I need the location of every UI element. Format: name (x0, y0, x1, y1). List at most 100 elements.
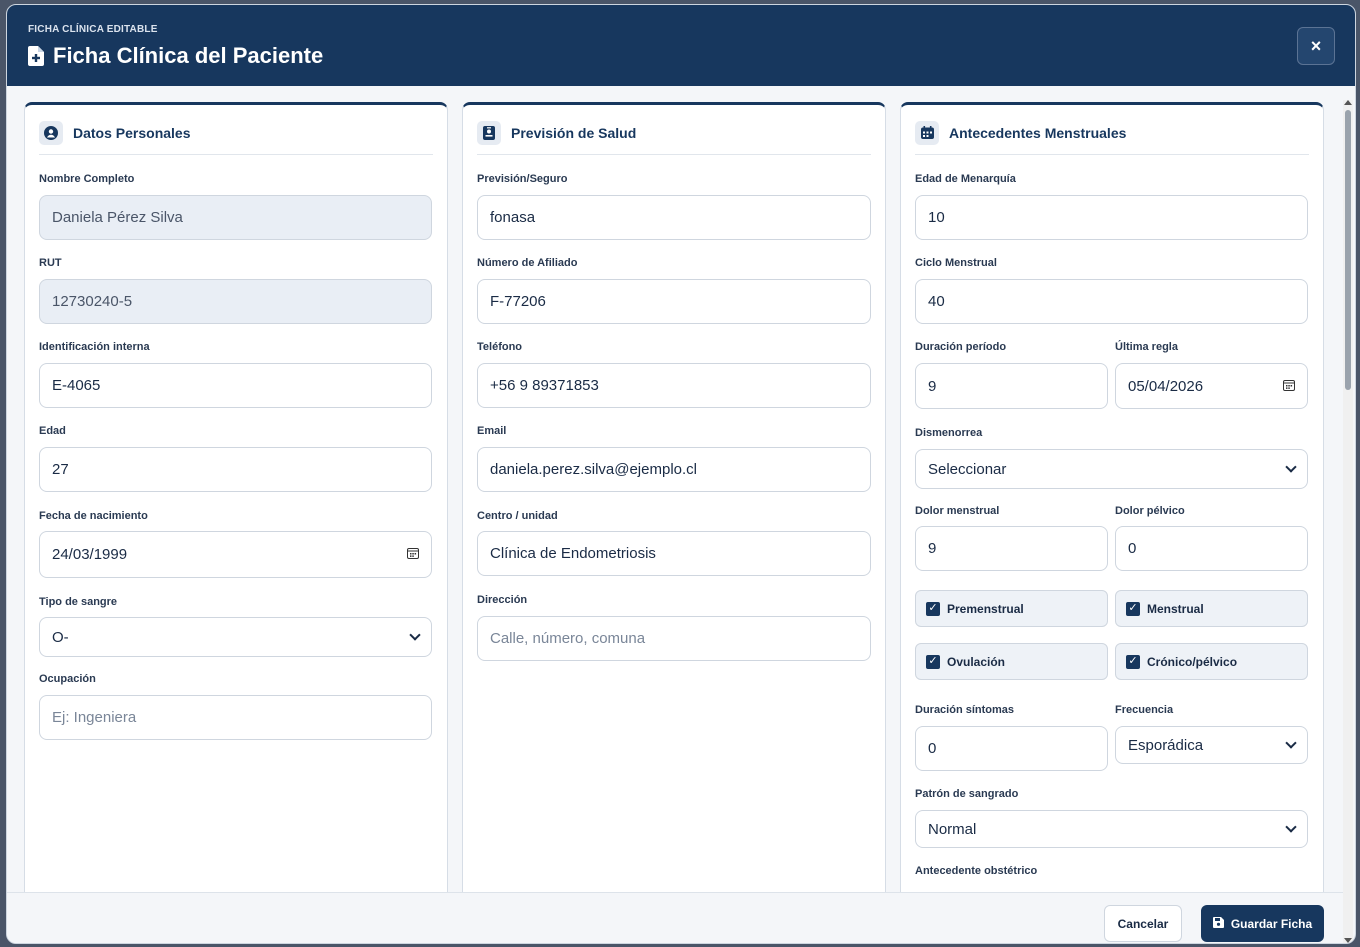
medical-document-icon (28, 46, 44, 66)
close-button[interactable]: × (1297, 27, 1335, 65)
rut-label: RUT (39, 257, 62, 269)
checkbox-ovulacion[interactable]: ✓ Ovulación (915, 643, 1108, 680)
sangre-select[interactable]: O- (39, 617, 432, 657)
dismen-value: Seleccionar (928, 460, 1007, 478)
ultreg-value: 05/04/2026 (1128, 377, 1204, 395)
dir-field[interactable]: Calle, número, comuna (477, 616, 871, 661)
ultreg-label: Última regla (1115, 341, 1178, 353)
scroll-down-icon[interactable] (1344, 938, 1352, 943)
dir-label: Dirección (477, 594, 528, 606)
email-label: Email (477, 425, 507, 437)
card-title: Antecedentes Menstruales (949, 124, 1127, 141)
floppy-disk-icon (1212, 916, 1224, 931)
dursin-label: Duración síntomas (915, 704, 1015, 716)
sangre-value: O- (52, 628, 69, 646)
nombre-field[interactable]: Daniela Pérez Silva (39, 195, 432, 240)
check-icon: ✓ (926, 601, 940, 616)
scrollbar-thumb[interactable] (1345, 110, 1351, 390)
rut-field[interactable]: 12730240-5 (39, 279, 432, 324)
ultreg-date-field[interactable]: 05/04/2026 (1115, 363, 1308, 409)
scrollbar[interactable] (1343, 100, 1353, 943)
cancel-button[interactable]: Cancelar (1104, 905, 1182, 942)
chevron-down-icon (409, 629, 421, 641)
title-text: Ficha Clínica del Paciente (53, 43, 324, 68)
calendar-icon[interactable] (1283, 378, 1295, 395)
frec-select[interactable]: Esporádica (1115, 726, 1308, 764)
calendar-icon (915, 120, 939, 145)
afil-field[interactable]: F-77206 (477, 279, 871, 324)
centro-field[interactable]: Clínica de Endometriosis (477, 531, 871, 576)
modal-body: Datos Personales Nombre Completo Daniela… (7, 86, 1343, 892)
card-title: Datos Personales (73, 124, 191, 141)
menarq-label: Edad de Menarquía (915, 173, 1016, 185)
checkbox-cronico[interactable]: ✓ Crónico/pélvico (1115, 643, 1308, 680)
dolpel-field[interactable]: 0 (1115, 526, 1308, 571)
ciclo-label: Ciclo Menstrual (915, 257, 997, 269)
check-icon: ✓ (1126, 654, 1140, 669)
save-button[interactable]: Guardar Ficha (1201, 905, 1324, 942)
ocup-label: Ocupación (39, 673, 96, 685)
dursin-field[interactable]: 0 (915, 726, 1108, 771)
chevron-down-icon (1285, 821, 1297, 833)
card-header: Datos Personales (39, 105, 433, 155)
modal-footer: Cancelar Guardar Ficha (7, 892, 1343, 943)
page-title: Ficha Clínica del Paciente (28, 43, 323, 69)
fnac-date-field[interactable]: 24/03/1999 (39, 531, 432, 578)
durper-field[interactable]: 9 (915, 363, 1108, 409)
tel-field[interactable]: +56 9 89371853 (477, 363, 871, 408)
checkbox-menstrual[interactable]: ✓ Menstrual (1115, 590, 1308, 627)
check-icon: ✓ (1126, 601, 1140, 616)
calendar-icon[interactable] (407, 546, 419, 563)
prev-label: Previsión/Seguro (477, 173, 568, 185)
sangre-label: Tipo de sangre (39, 596, 118, 608)
menstrual-history-card: Antecedentes Menstruales Edad de Menarqu… (900, 102, 1324, 892)
ocup-field[interactable]: Ej: Ingeniera (39, 695, 432, 740)
card-header: Previsión de Salud (477, 105, 871, 155)
fnac-label: Fecha de nacimiento (39, 510, 148, 522)
patron-label: Patrón de sangrado (915, 788, 1019, 800)
prev-field[interactable]: fonasa (477, 195, 871, 240)
checkbox-label: Ovulación (947, 654, 1006, 669)
nombre-label: Nombre Completo (39, 173, 135, 185)
frec-value: Esporádica (1128, 736, 1204, 754)
user-circle-icon (39, 120, 63, 145)
centro-label: Centro / unidad (477, 510, 558, 522)
personal-data-card: Datos Personales Nombre Completo Daniela… (24, 102, 448, 892)
email-field[interactable]: daniela.perez.silva@ejemplo.cl (477, 447, 871, 492)
chevron-down-icon (1285, 461, 1297, 473)
durper-label: Duración período (915, 341, 1007, 353)
menarq-field[interactable]: 10 (915, 195, 1308, 240)
dolmen-label: Dolor menstrual (915, 505, 1000, 517)
dismen-select[interactable]: Seleccionar (915, 449, 1308, 489)
save-label: Guardar Ficha (1230, 916, 1313, 931)
check-icon: ✓ (926, 654, 940, 669)
checkbox-label: Crónico/pélvico (1147, 654, 1238, 669)
card-header: Antecedentes Menstruales (915, 105, 1309, 155)
id-badge-icon (477, 120, 501, 145)
afil-label: Número de Afiliado (477, 257, 578, 269)
dolmen-field[interactable]: 9 (915, 526, 1108, 571)
scroll-up-icon[interactable] (1344, 100, 1352, 105)
tel-label: Teléfono (477, 341, 523, 353)
header-eyebrow: FICHA CLÍNICA EDITABLE (28, 24, 158, 35)
edad-field[interactable]: 27 (39, 447, 432, 492)
dismen-label: Dismenorrea (915, 427, 983, 439)
chevron-down-icon (1285, 737, 1297, 749)
checkbox-label: Menstrual (1147, 601, 1204, 616)
checkbox-label: Premenstrual (947, 601, 1024, 616)
dolpel-label: Dolor pélvico (1115, 505, 1185, 517)
clinical-record-modal: FICHA CLÍNICA EDITABLE Ficha Clínica del… (6, 4, 1356, 944)
modal-header: FICHA CLÍNICA EDITABLE Ficha Clínica del… (7, 5, 1355, 86)
idint-label: Identificación interna (39, 341, 150, 353)
patron-value: Normal (928, 820, 977, 838)
health-insurance-card: Previsión de Salud Previsión/Seguro fona… (462, 102, 886, 892)
fnac-value: 24/03/1999 (52, 546, 128, 563)
card-title: Previsión de Salud (511, 124, 637, 141)
obst-label: Antecedente obstétrico (915, 865, 1038, 877)
edad-label: Edad (39, 425, 66, 437)
frec-label: Frecuencia (1115, 704, 1174, 716)
idint-field[interactable]: E-4065 (39, 363, 432, 408)
patron-select[interactable]: Normal (915, 810, 1308, 848)
checkbox-premenstrual[interactable]: ✓ Premenstrual (915, 590, 1108, 627)
ciclo-field[interactable]: 40 (915, 279, 1308, 324)
